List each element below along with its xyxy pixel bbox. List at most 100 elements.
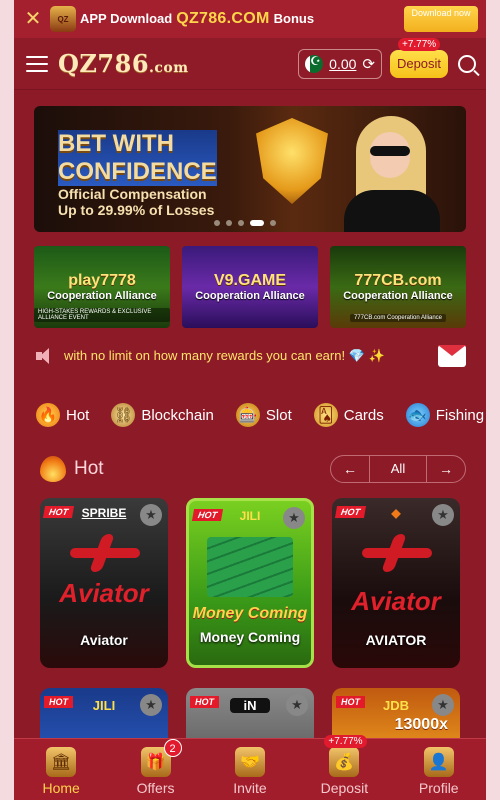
game-name: Aviator	[80, 632, 128, 648]
download-promo-text: APP Download QZ786.COM Bonus	[80, 10, 404, 28]
search-icon[interactable]	[458, 54, 476, 73]
nav-deposit[interactable]: +7.77% 💰 Deposit	[304, 735, 384, 796]
plane-icon	[70, 534, 140, 574]
game-name: AVIATOR	[365, 632, 427, 648]
deposit-bonus-badge: +7.77%	[324, 735, 367, 748]
fire-icon: 🔥	[36, 403, 60, 427]
announcement-marquee: with no limit on how many rewards you ca…	[34, 342, 466, 370]
banner-headline: BET WITH CONFIDENCE	[58, 130, 217, 186]
app-logo-icon: QZ	[50, 6, 76, 32]
game-name: Money Coming	[199, 629, 301, 645]
carousel-dots[interactable]	[214, 220, 276, 226]
game-art-title: Money Coming	[192, 605, 308, 622]
nav-home[interactable]: 🏛 Home	[21, 747, 101, 796]
shield-icon	[256, 118, 328, 204]
partner-card-v9game[interactable]: V9.GAME Cooperation Alliance	[182, 246, 318, 328]
favorite-star-icon[interactable]: ★	[283, 507, 305, 529]
view-all-button[interactable]: All	[369, 456, 427, 482]
nav-offers[interactable]: 2 🎁 Offers	[116, 739, 196, 796]
partner-cards: play7778 Cooperation Alliance HIGH-STAKE…	[34, 246, 466, 328]
hot-badge: HOT	[190, 696, 219, 708]
fishing-icon: 🐟	[405, 403, 430, 427]
prev-arrow-icon[interactable]: ←	[331, 461, 369, 477]
partner-card-play7778[interactable]: play7778 Cooperation Alliance HIGH-STAKE…	[34, 246, 170, 328]
nav-label: Deposit	[320, 780, 369, 796]
cards-icon: 🂡	[313, 403, 338, 427]
profile-icon: 👤	[423, 747, 454, 777]
tab-label: Fishing	[435, 406, 485, 424]
section-title: Hot	[74, 458, 104, 479]
nav-label: Invite	[233, 780, 267, 796]
nav-profile[interactable]: 👤 Profile	[399, 747, 479, 796]
download-bonus: Bonus	[273, 11, 315, 26]
speaker-icon	[34, 345, 56, 367]
favorite-star-icon[interactable]: ★	[286, 694, 308, 716]
hot-section-header: Hot ← All →	[40, 454, 466, 484]
download-brand: QZ786.COM	[176, 10, 270, 27]
nav-invite[interactable]: 🤝 Invite	[210, 747, 290, 796]
tab-blockchain[interactable]: ⛓ Blockchain	[111, 403, 214, 427]
app-shell: ✕ QZ APP Download QZ786.COM Bonus Downlo…	[14, 0, 486, 800]
app-download-bar: ✕ QZ APP Download QZ786.COM Bonus Downlo…	[14, 0, 486, 38]
download-label: APP Download	[80, 11, 173, 26]
refresh-icon[interactable]: ⟳	[362, 55, 375, 73]
download-now-button[interactable]: Download now	[404, 6, 478, 32]
top-header: QZ786.com 0.00 ⟳ +7.77% Deposit	[14, 37, 486, 90]
game-card-aviator[interactable]: HOT SPRIBE ★ Aviator Aviator	[40, 498, 168, 668]
partner-tag: Cooperation Alliance	[47, 290, 157, 302]
mail-icon[interactable]	[438, 345, 466, 367]
game-multiplier: 13000x	[394, 716, 448, 733]
deposit-wrap: +7.77% Deposit	[390, 37, 448, 78]
money-bills-icon	[207, 537, 293, 597]
category-tabs: 🔥 Hot ⛓ Blockchain 🎰 Slot 🂡 Cards 🐟 Fish…	[36, 400, 486, 430]
game-card-aviator-2[interactable]: HOT ◆ ★ Aviator AVIATOR	[332, 498, 460, 668]
favorite-star-icon[interactable]: ★	[140, 694, 162, 716]
banner-model-image	[336, 112, 446, 232]
tab-slot[interactable]: 🎰 Slot	[235, 403, 292, 427]
tab-hot[interactable]: 🔥 Hot	[36, 403, 89, 427]
balance-amount: 0.00	[329, 55, 357, 72]
partner-name: play7778	[68, 272, 136, 289]
nav-label: Offers	[136, 780, 175, 796]
favorite-star-icon[interactable]: ★	[140, 504, 162, 526]
partner-tag: Cooperation Alliance	[343, 290, 453, 302]
tab-cards[interactable]: 🂡 Cards	[313, 403, 384, 427]
tab-label: Hot	[66, 406, 90, 424]
partner-card-777cb[interactable]: 777CB.com Cooperation Alliance 777CB.com…	[330, 246, 466, 328]
game-card-money-coming[interactable]: HOT JILI ★ Money Coming Money Coming	[186, 498, 314, 668]
deposit-button[interactable]: Deposit	[390, 49, 448, 78]
game-art-title: Aviator	[351, 586, 441, 616]
nav-label: Profile	[418, 780, 459, 796]
hero-banner[interactable]: BET WITH CONFIDENCE Official Compensatio…	[34, 106, 466, 232]
announcement-text: with no limit on how many rewards you ca…	[64, 348, 385, 363]
partner-tag: Cooperation Alliance	[195, 290, 305, 302]
section-pager: ← All →	[330, 455, 466, 483]
game-provider: iN	[230, 698, 270, 713]
site-logo[interactable]: QZ786.com	[58, 49, 189, 78]
blockchain-icon: ⛓	[111, 403, 136, 427]
offers-count-badge: 2	[163, 739, 182, 757]
partner-foot: 777CB.com Cooperation Alliance	[349, 314, 447, 322]
game-art-title: Aviator	[59, 578, 149, 608]
partner-name: V9.GAME	[213, 272, 286, 289]
home-icon: 🏛	[46, 747, 77, 777]
deposit-icon: 💰	[329, 747, 360, 777]
bottom-nav: 🏛 Home 2 🎁 Offers 🤝 Invite +7.77% 💰 Depo…	[14, 735, 486, 800]
invite-icon: 🤝	[234, 747, 265, 777]
close-icon[interactable]: ✕	[20, 0, 46, 38]
favorite-star-icon[interactable]: ★	[432, 504, 454, 526]
favorite-star-icon[interactable]: ★	[432, 694, 454, 716]
fire-icon	[40, 456, 66, 482]
nav-label: Home	[42, 780, 80, 796]
balance-widget[interactable]: 0.00 ⟳	[298, 48, 382, 79]
next-arrow-icon[interactable]: →	[427, 461, 465, 477]
hot-games-grid: HOT SPRIBE ★ Aviator Aviator HOT JILI ★ …	[40, 498, 466, 668]
tab-fishing[interactable]: 🐟 Fishing	[405, 403, 485, 427]
tab-label: Blockchain	[141, 406, 214, 424]
banner-subtitle: Official Compensation Up to 29.99% of Lo…	[58, 186, 215, 218]
pakistan-flag-icon	[305, 54, 324, 73]
menu-icon[interactable]	[26, 55, 48, 72]
tab-label: Slot	[265, 406, 292, 424]
partner-name: 777CB.com	[354, 272, 442, 289]
plane-icon	[362, 534, 432, 574]
